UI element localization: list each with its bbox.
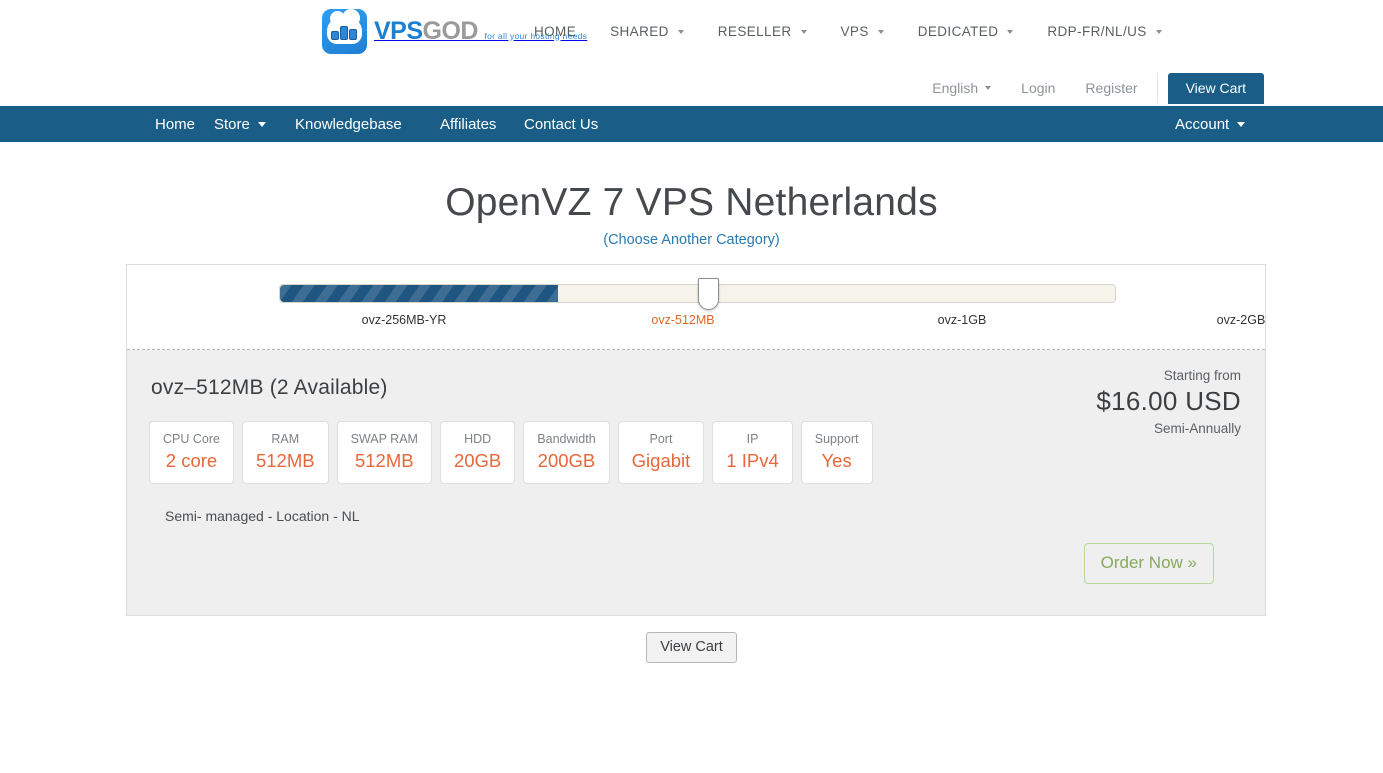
nav-label-dedicated: DEDICATED	[917, 24, 999, 39]
spec-value: 512MB	[354, 450, 414, 471]
nav-label-shared: SHARED	[610, 24, 669, 39]
slider-label-2[interactable]: ovz-1GB	[938, 313, 987, 327]
package-slider-fill	[280, 285, 558, 302]
nav-label-rdp: RDP-FR/NL/US	[1047, 24, 1147, 39]
sidebar-item-store[interactable]: Store	[197, 106, 283, 142]
logo-cloud-coins-icon	[322, 8, 367, 54]
spec-label: IP	[746, 432, 759, 446]
register-link[interactable]: Register	[1070, 80, 1152, 96]
bluenav-label-store: Store	[214, 115, 250, 133]
nav-item-rdp[interactable]: RDP-FR/NL/US	[1030, 24, 1178, 39]
sidebar-item-knowledgebase[interactable]: Knowledgebase	[278, 106, 419, 142]
logo-text-primary: VPS	[374, 16, 423, 45]
spec-label: Support	[814, 432, 859, 446]
chevron-down-icon	[677, 29, 684, 34]
slider-label-3[interactable]: ovz-2GB	[1217, 313, 1266, 327]
primary-nav: HOME SHARED RESELLER VPS DEDICATED RDP-F…	[517, 24, 1179, 39]
view-cart-bottom-wrap: View Cart	[0, 632, 1383, 663]
spec-label: Port	[649, 432, 673, 446]
price-block: Starting from $16.00 USD Semi-Annually	[1096, 368, 1241, 436]
spec-swap-ram: SWAP RAM 512MB	[336, 421, 432, 484]
chevron-down-icon	[1155, 29, 1162, 34]
page-root: VPSGOD for all your hosting needs HOME S…	[0, 0, 1383, 773]
nav-label-home: HOME	[534, 24, 577, 39]
product-configurator-panel: ovz-256MB-YR ovz-512MB ovz-1GB ovz-2GB o…	[126, 264, 1266, 616]
nav-label-vps: VPS	[840, 24, 869, 39]
spec-value: Yes	[821, 450, 852, 471]
site-header: VPSGOD for all your hosting needs HOME S…	[0, 0, 1383, 104]
slider-label-0[interactable]: ovz-256MB-YR	[362, 313, 447, 327]
utility-nav: English Login Register View Cart	[917, 70, 1383, 106]
spec-support: Support Yes	[800, 421, 873, 484]
spec-list: CPU Core 2 core RAM 512MB SWAP RAM 512MB…	[149, 421, 1243, 484]
spec-value: Gigabit	[631, 450, 691, 471]
spec-label: RAM	[271, 432, 300, 446]
product-details: ovz–512MB (2 Available) CPU Core 2 core …	[127, 350, 1265, 615]
spec-hdd: HDD 20GB	[439, 421, 516, 484]
bluenav-label-contact: Contact Us	[524, 115, 599, 133]
sidebar-item-affiliates[interactable]: Affiliates	[423, 106, 513, 142]
chevron-down-icon	[257, 121, 266, 127]
page-subtitle: (Choose Another Category)	[0, 232, 1383, 248]
product-description: Semi- managed - Location - NL	[165, 508, 360, 524]
spec-cpu-core: CPU Core 2 core	[149, 421, 234, 484]
package-slider-labels: ovz-256MB-YR ovz-512MB ovz-1GB ovz-2GB	[127, 313, 1266, 333]
nav-item-shared[interactable]: SHARED	[593, 24, 701, 39]
price-billing-cycle: Semi-Annually	[1153, 421, 1241, 436]
price-amount: $16.00 USD	[1096, 386, 1241, 416]
nav-item-reseller[interactable]: RESELLER	[701, 24, 824, 39]
spec-value: 512MB	[255, 450, 315, 471]
spec-value: 200GB	[537, 450, 596, 471]
spec-label: Bandwidth	[537, 432, 596, 446]
sidebar-item-contact-us[interactable]: Contact Us	[507, 106, 615, 142]
login-link[interactable]: Login	[1006, 80, 1070, 96]
chevron-down-icon	[877, 29, 884, 34]
bluenav-label-affiliates: Affiliates	[440, 115, 497, 133]
page-title: OpenVZ 7 VPS Netherlands	[445, 181, 938, 224]
view-cart-button-header[interactable]: View Cart	[1167, 72, 1264, 104]
product-name: ovz–512MB (2 Available)	[151, 376, 388, 399]
nav-item-dedicated[interactable]: DEDICATED	[901, 24, 1031, 39]
chevron-down-icon	[985, 86, 992, 90]
language-selector[interactable]: English	[917, 80, 1006, 96]
bluenav-label-knowledgebase: Knowledgebase	[295, 115, 402, 133]
order-now-button[interactable]: Order Now »	[1083, 543, 1214, 584]
chevron-down-icon	[1237, 121, 1246, 127]
account-menu[interactable]: Account	[1158, 106, 1262, 142]
chevron-down-icon	[800, 29, 807, 34]
nav-label-reseller: RESELLER	[717, 24, 792, 39]
spec-ram: RAM 512MB	[241, 421, 329, 484]
divider	[1156, 73, 1158, 103]
package-slider-track[interactable]	[279, 278, 1116, 310]
slider-label-1[interactable]: ovz-512MB	[651, 313, 714, 327]
spec-port: Port Gigabit	[617, 421, 705, 484]
spec-bandwidth: Bandwidth 200GB	[523, 421, 610, 484]
choose-another-category-link[interactable]: (Choose Another Category)	[603, 232, 780, 248]
spec-ip: IP 1 IPv4	[712, 421, 793, 484]
spec-value: 1 IPv4	[726, 450, 779, 471]
view-cart-button-bottom[interactable]: View Cart	[646, 632, 737, 663]
logo-text-secondary: GOD	[422, 16, 479, 45]
language-label: English	[932, 80, 979, 96]
package-slider-handle[interactable]	[698, 278, 719, 310]
spec-label: SWAP RAM	[350, 432, 418, 446]
package-slider-section: ovz-256MB-YR ovz-512MB ovz-1GB ovz-2GB	[127, 265, 1265, 350]
bluenav-label-home: Home	[155, 115, 196, 133]
spec-value: 20GB	[453, 450, 502, 471]
price-starting-from-label: Starting from	[1163, 368, 1241, 383]
chevron-down-icon	[1007, 29, 1014, 34]
account-label: Account	[1175, 115, 1230, 133]
nav-item-vps[interactable]: VPS	[824, 24, 901, 39]
spec-label: HDD	[464, 432, 492, 446]
nav-item-home[interactable]: HOME	[517, 24, 593, 39]
secondary-nav-bar: Home Store Knowledgebase Affiliates Cont…	[0, 106, 1383, 142]
spec-label: CPU Core	[163, 432, 220, 446]
spec-value: 2 core	[165, 450, 218, 471]
main-content: OpenVZ 7 VPS Netherlands (Choose Another…	[0, 142, 1383, 663]
